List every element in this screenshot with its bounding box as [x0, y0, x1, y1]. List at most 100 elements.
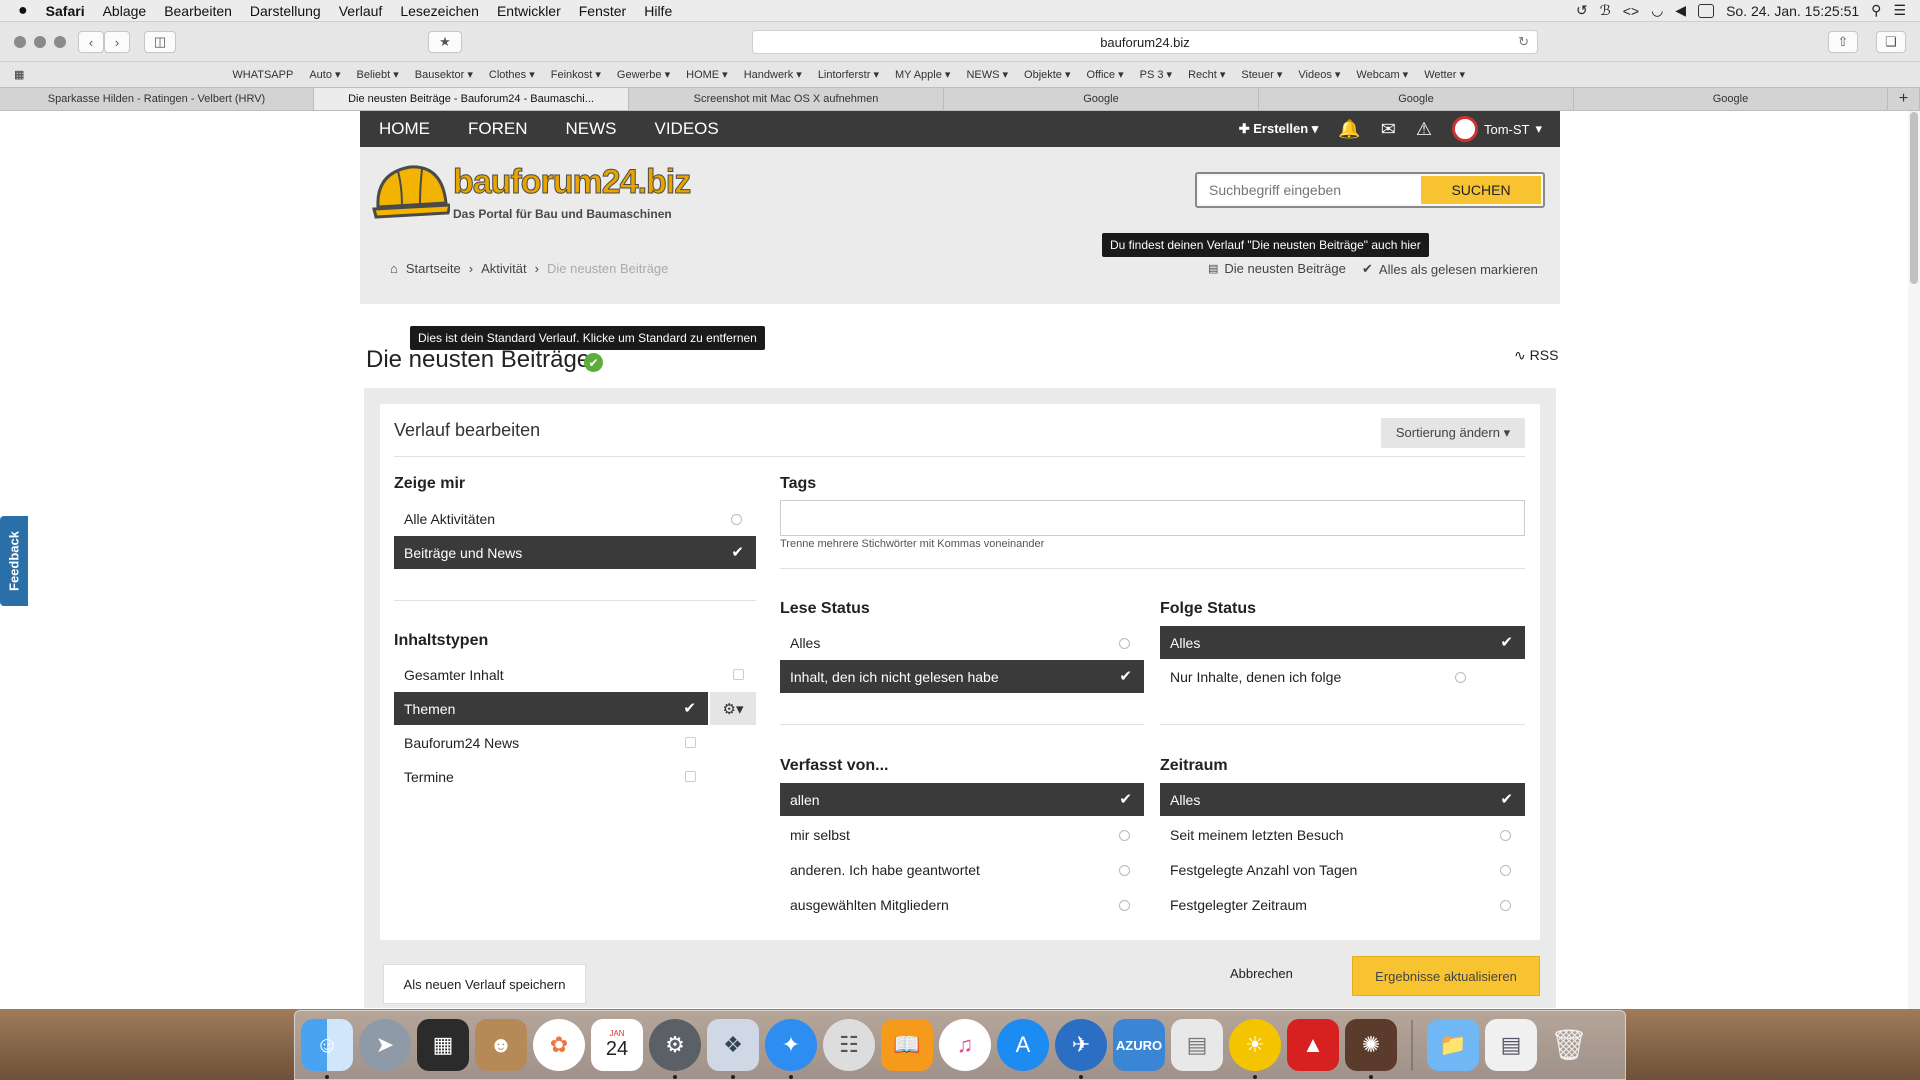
default-stream-check-icon[interactable]: ✔	[584, 353, 603, 372]
menu-lesezeichen[interactable]: Lesezeichen	[391, 3, 488, 19]
volume-icon[interactable]: ◀	[1675, 2, 1686, 19]
bookmark-item[interactable]: WHATSAPP	[224, 69, 301, 81]
option-posts-and-news[interactable]: Beiträge und News ✔	[394, 536, 756, 569]
tab-google[interactable]: Google	[944, 88, 1259, 110]
back-icon[interactable]: ‹	[78, 31, 104, 53]
bookmark-item[interactable]: Steuer ▾	[1233, 68, 1290, 81]
calendar-menu-icon[interactable]	[1698, 3, 1715, 18]
option-period-range[interactable]: Festgelegter Zeitraum	[1160, 888, 1525, 921]
time-machine-icon[interactable]: ↺	[1576, 2, 1588, 19]
menu-bearbeiten[interactable]: Bearbeiten	[155, 3, 241, 19]
menu-fenster[interactable]: Fenster	[570, 3, 635, 19]
warning-icon[interactable]: ⚠	[1416, 119, 1432, 140]
header-link-newest[interactable]: ▤ Die neusten Beiträge	[1208, 261, 1346, 276]
option-events[interactable]: Termine	[394, 760, 708, 793]
itunes-icon[interactable]: ♫	[939, 1019, 991, 1071]
save-as-new-stream-button[interactable]: Als neuen Verlauf speichern	[383, 964, 586, 1004]
wifi-icon[interactable]: ◡	[1651, 2, 1663, 19]
tab-google[interactable]: Google	[1259, 88, 1574, 110]
tab-google[interactable]: Google	[1574, 88, 1888, 110]
tags-input[interactable]	[780, 500, 1525, 536]
bookmark-item[interactable]: Gewerbe ▾	[609, 68, 678, 81]
address-bar[interactable]: bauforum24.biz ↻	[752, 30, 1538, 54]
nav-news[interactable]: NEWS	[547, 119, 636, 139]
finder-icon[interactable]: ☺	[301, 1019, 353, 1079]
menu-entwickler[interactable]: Entwickler	[488, 3, 570, 19]
feedback-tab[interactable]: Feedback	[0, 516, 28, 606]
spider-app-icon[interactable]: ✺	[1345, 1019, 1397, 1079]
menu-safari[interactable]: Safari	[37, 3, 94, 19]
sidebar-icon[interactable]: ◫	[144, 31, 176, 53]
screenshot-stack-icon[interactable]: ▤	[1485, 1019, 1537, 1071]
launchpad-icon[interactable]: ➤	[359, 1019, 411, 1071]
preview-icon[interactable]: ❖	[707, 1019, 759, 1079]
weather-icon[interactable]: ☀	[1229, 1019, 1281, 1079]
document-icon[interactable]: ▤	[1171, 1019, 1223, 1071]
calendar-icon[interactable]: JAN 24	[591, 1019, 643, 1071]
tabs-overview-icon[interactable]: ❏	[1876, 31, 1906, 53]
new-tab-icon[interactable]: +	[1888, 88, 1920, 110]
app-store-icon[interactable]: A	[997, 1019, 1049, 1071]
sort-dropdown-button[interactable]: Sortierung ändern ▾	[1381, 418, 1525, 448]
apple-menu-icon[interactable]: ●	[0, 2, 37, 20]
share-icon[interactable]: ⇧	[1828, 31, 1858, 53]
menu-verlauf[interactable]: Verlauf	[330, 3, 392, 19]
trash-icon[interactable]: 🗑	[1543, 1019, 1595, 1071]
option-followed-only[interactable]: Nur Inhalte, denen ich folge	[1160, 660, 1480, 693]
disk-utility-icon[interactable]: ☷	[823, 1019, 875, 1071]
ibooks-icon[interactable]: 📖	[881, 1019, 933, 1071]
user-menu[interactable]: Tom-ST ▾	[1451, 116, 1542, 142]
system-preferences-icon[interactable]: ⚙	[649, 1019, 701, 1079]
photos-icon[interactable]: ✿	[533, 1019, 585, 1071]
cancel-link[interactable]: Abbrechen	[1230, 966, 1293, 981]
bookmark-item[interactable]: Clothes ▾	[481, 68, 543, 81]
search-button[interactable]: SUCHEN	[1421, 176, 1541, 204]
logo-wordmark[interactable]: bauforum24.biz	[452, 163, 691, 202]
option-bauforum24-news[interactable]: Bauforum24 News	[394, 726, 708, 759]
top-sites-icon[interactable]: ▦	[0, 68, 224, 81]
folder-icon[interactable]: 📁	[1427, 1019, 1479, 1071]
bookmark-item[interactable]: Objekte ▾	[1016, 68, 1079, 81]
notification-center-icon[interactable]: ☰	[1893, 2, 1906, 19]
bookmark-item[interactable]: Bausektor ▾	[407, 68, 481, 81]
create-button[interactable]: ✚ Erstellen ▾	[1239, 121, 1319, 137]
spotlight-icon[interactable]: ⚲	[1871, 2, 1881, 19]
option-read-all[interactable]: Alles	[780, 626, 1144, 659]
tab-screenshot[interactable]: Screenshot mit Mac OS X aufnehmen	[629, 88, 944, 110]
acrobat-icon[interactable]: ▲	[1287, 1019, 1339, 1071]
bookmark-item[interactable]: HOME ▾	[678, 68, 736, 81]
option-period-last-visit[interactable]: Seit meinem letzten Besuch	[1160, 818, 1525, 851]
mail-icon[interactable]: ✈	[1055, 1019, 1107, 1079]
notifications-bell-icon[interactable]: 🔔	[1338, 119, 1360, 140]
favorites-icon[interactable]: ★	[428, 31, 462, 53]
menu-darstellung[interactable]: Darstellung	[241, 3, 330, 19]
topics-settings-gear-icon[interactable]: ⚙▾	[710, 692, 756, 725]
breadcrumb-aktivitaet[interactable]: Aktivität	[481, 261, 527, 276]
rss-link[interactable]: ∿ RSS	[1514, 347, 1558, 364]
bookmark-item[interactable]: NEWS ▾	[958, 68, 1016, 81]
search-input[interactable]	[1199, 176, 1421, 204]
close-window-icon[interactable]	[14, 36, 26, 48]
update-results-button[interactable]: Ergebnisse aktualisieren	[1352, 956, 1540, 996]
bookmark-item[interactable]: Beliebt ▾	[349, 68, 407, 81]
zoom-window-icon[interactable]	[54, 36, 66, 48]
bookmark-item[interactable]: PS 3 ▾	[1132, 68, 1180, 81]
nav-home[interactable]: HOME	[360, 119, 449, 139]
option-author-myself[interactable]: mir selbst	[780, 818, 1144, 851]
menu-hilfe[interactable]: Hilfe	[635, 3, 681, 19]
mission-control-icon[interactable]: ▦	[417, 1019, 469, 1071]
bookmark-item[interactable]: Lintorferstr ▾	[810, 68, 887, 81]
option-topics[interactable]: Themen ✔	[394, 692, 708, 725]
bookmark-item[interactable]: Feinkost ▾	[543, 68, 609, 81]
bookmark-item[interactable]: Auto ▾	[301, 68, 348, 81]
helmet-logo-icon[interactable]	[372, 159, 450, 221]
option-author-selected-members[interactable]: ausgewählten Mitgliedern	[780, 888, 1144, 921]
clock[interactable]: So. 24. Jan. 15:25:51	[1726, 3, 1859, 19]
safari-icon[interactable]: ✦	[765, 1019, 817, 1079]
bookmark-item[interactable]: MY Apple ▾	[887, 68, 958, 81]
code-icon[interactable]: <>	[1623, 3, 1639, 19]
minimize-window-icon[interactable]	[34, 36, 46, 48]
option-all-content[interactable]: Gesamter Inhalt	[394, 658, 756, 691]
bookmark-item[interactable]: Webcam ▾	[1348, 68, 1416, 81]
contacts-icon[interactable]: ☻	[475, 1019, 527, 1071]
